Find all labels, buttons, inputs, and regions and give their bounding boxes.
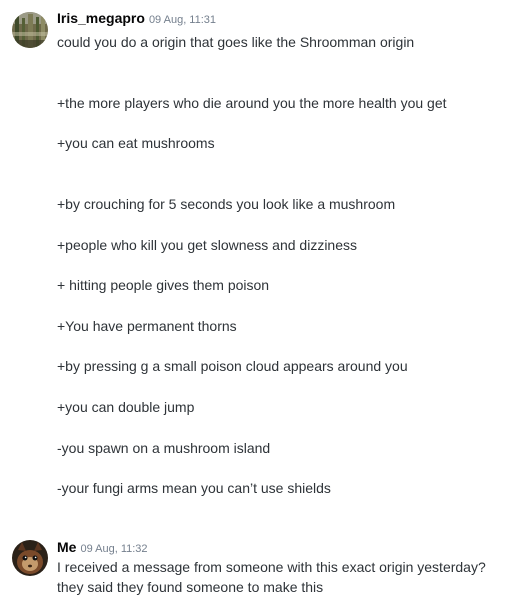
- message-line: -you spawn on a mushroom island: [57, 440, 271, 456]
- message-header: Iris_megapro 09 Aug, 11:31: [57, 10, 216, 28]
- message-line: +you can eat mushrooms: [57, 135, 215, 151]
- message-line: + hitting people gives them poison: [57, 277, 270, 293]
- timestamp: 09 Aug, 11:31: [148, 14, 217, 26]
- message-line: +You have permanent thorns: [57, 318, 237, 334]
- timestamp: 09 Aug, 11:32: [80, 543, 148, 555]
- username[interactable]: Iris_megapro: [57, 10, 145, 26]
- user-avatar-icon[interactable]: [12, 540, 48, 576]
- chat-message-list: Iris_megapro 09 Aug, 11:31 could you do a…: [0, 0, 525, 597]
- message-line: could you do a origin that goes like the…: [57, 34, 415, 50]
- message-line: +you can double jump: [57, 399, 195, 415]
- message-group: Me 09 Aug, 11:32 I received a message fro…: [0, 530, 525, 597]
- message-header: Me 09 Aug, 11:32: [57, 539, 148, 557]
- message-line: +people who kill you get slowness and di…: [57, 237, 358, 253]
- message-group: Iris_megapro 09 Aug, 11:31 could you do a…: [0, 0, 525, 510]
- message-line: they said they found someone to make thi…: [57, 579, 324, 595]
- message-line: +by crouching for 5 seconds you look lik…: [57, 196, 396, 212]
- message-line: +the more players who die around you the…: [57, 95, 447, 111]
- message-line: I received a message from someone with t…: [57, 559, 486, 575]
- username[interactable]: Me: [57, 539, 76, 555]
- message-line: +by pressing g a small poison cloud appe…: [57, 358, 408, 374]
- user-avatar-icon[interactable]: [12, 12, 48, 48]
- message-line: -your fungi arms mean you can’t use shie…: [57, 480, 331, 496]
